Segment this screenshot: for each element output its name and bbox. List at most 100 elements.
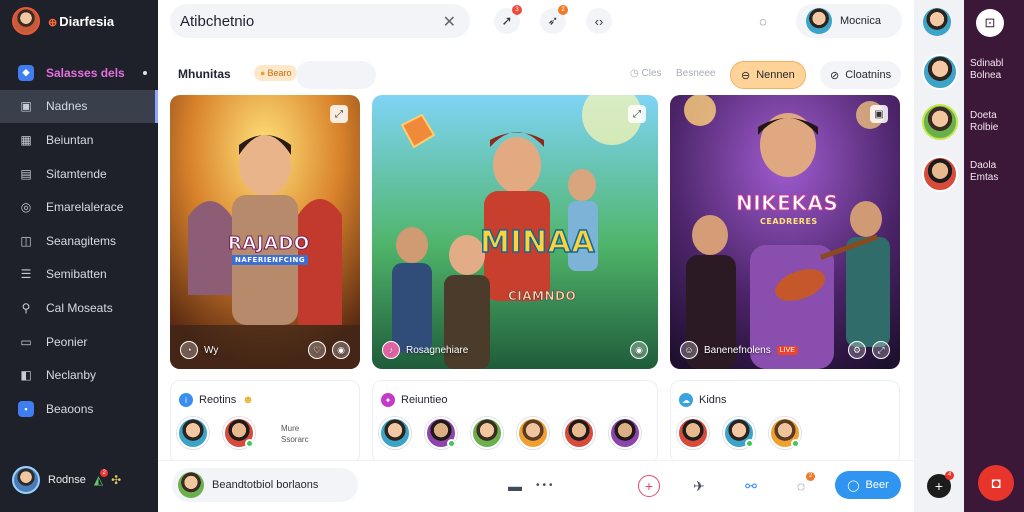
close-icon[interactable]: ✕: [443, 12, 456, 32]
group-card-3[interactable]: ☁ Kidns: [670, 380, 900, 464]
member-avatar[interactable]: [223, 417, 255, 449]
code-button[interactable]: ‹›: [586, 8, 612, 34]
media-card-3[interactable]: ▣ NIKEKAS CEADRERES ☺ Banenefnolens LIVE…: [670, 95, 900, 369]
compose-avatar: [178, 472, 204, 498]
fullscreen-icon[interactable]: ⤢: [872, 341, 890, 359]
plus-icon: +: [934, 478, 944, 494]
section-badge[interactable]: Bearo: [254, 65, 298, 81]
filter-active[interactable]: ⊖ Nennen: [730, 61, 806, 89]
link-icon[interactable]: ⚯: [740, 475, 762, 497]
contact-avatar[interactable]: [922, 104, 958, 140]
filter-label: Cles: [641, 68, 662, 79]
settings-icon[interactable]: ⚙: [848, 341, 866, 359]
sidebar-item-0[interactable]: ◆ Salasses dels: [0, 56, 158, 90]
compose-input[interactable]: Beandtotbiol borlaons: [172, 468, 358, 502]
sidebar-item-5[interactable]: ◫ Seanagitems: [0, 224, 158, 258]
member-avatar[interactable]: [609, 417, 641, 449]
member-avatar[interactable]: [677, 417, 709, 449]
filter-muted-2[interactable]: Besneee: [676, 68, 715, 79]
expand-icon[interactable]: ⤢: [330, 105, 348, 123]
map-icon[interactable]: ◭ 2: [94, 469, 109, 487]
card-1-artwork: [170, 95, 360, 369]
filter-label: Nennen: [756, 69, 795, 81]
chat-bubble-icon: ◘: [991, 474, 1001, 492]
share-icon: ➚: [501, 13, 513, 28]
user-menu[interactable]: Mocnica: [796, 4, 902, 38]
share-button[interactable]: ➚ 3: [494, 5, 522, 34]
member-avatar[interactable]: [517, 417, 549, 449]
sidebar-item-1[interactable]: ▣ Nadnes: [0, 89, 158, 124]
media-card-1[interactable]: ⤢ RAJADO NAFERIENFCING ◔ Wy ♡ ◉: [170, 95, 360, 369]
brand-name: Diarfesia: [48, 14, 114, 29]
member-avatar[interactable]: [723, 417, 755, 449]
contact-avatar[interactable]: [922, 156, 958, 192]
search-input[interactable]: Atibchetnio ✕: [170, 4, 470, 38]
user-icon[interactable]: ☺: [680, 341, 698, 359]
puzzle-icon[interactable]: ✣: [111, 473, 121, 487]
contact-info[interactable]: Daola Emtas: [970, 160, 998, 184]
group-card-1[interactable]: i Reotins ☻ Mure Ssorarc: [170, 380, 360, 464]
sidebar-item-8[interactable]: ▭ Peonier: [0, 325, 158, 359]
online-indicator: [245, 439, 254, 448]
right-panel: ⊡ Sdinabl Bolnea Doeta Rolbie Daola Emta…: [922, 0, 1024, 512]
chat-icon[interactable]: ◌ 2: [790, 472, 815, 497]
sidebar-item-3[interactable]: ▤ Sitamtende: [0, 157, 158, 191]
add-button[interactable]: + 4: [927, 471, 954, 498]
heart-icon[interactable]: ♡: [308, 341, 326, 359]
emoji-icon: ☻: [242, 394, 254, 406]
media-card-2[interactable]: ⤢ MINAA CIAMNDO ♪ Rosagnehiare ◉: [372, 95, 658, 369]
guitar-icon[interactable]: ♪: [382, 341, 400, 359]
add-icon[interactable]: +: [638, 475, 660, 497]
more-icon[interactable]: •••: [536, 480, 556, 491]
sidebar-item-label: Nadnes: [46, 99, 88, 114]
card-footer-label: Banenefnolens: [704, 344, 771, 356]
sidebar-item-label: Cal Moseats: [46, 300, 113, 315]
start-label: Beer: [865, 479, 889, 491]
filter-placeholder[interactable]: [296, 61, 376, 89]
sidebar-item-4[interactable]: ◎ Emarelalerace: [0, 190, 158, 224]
chat-button[interactable]: ◌: [750, 8, 776, 34]
filter-plain[interactable]: ⊘ Cloatnins: [820, 61, 902, 89]
brand[interactable]: Diarfesia: [12, 7, 114, 35]
sidebar-item-9[interactable]: ◧ Neclanby: [0, 358, 158, 392]
left-sidebar: Diarfesia ◆ Salasses dels ▣ Nadnes ▦ Bei…: [0, 0, 158, 512]
filter-muted-1[interactable]: ◷ Cles: [630, 68, 662, 79]
card-footer: ◔ Wy ♡ ◉: [180, 341, 350, 359]
message-icon[interactable]: ▬: [504, 475, 526, 497]
robot-button[interactable]: ⊡: [976, 9, 1004, 37]
image-icon[interactable]: ▣: [870, 105, 888, 123]
pin-icon[interactable]: ✈: [688, 475, 710, 497]
rail-avatar[interactable]: [923, 8, 951, 36]
expand-icon[interactable]: ⤢: [628, 105, 646, 123]
member-avatar[interactable]: [177, 417, 209, 449]
contact-name: Sdinabl: [970, 58, 1004, 69]
contact-avatar[interactable]: [922, 54, 958, 90]
eye-icon[interactable]: ◉: [630, 341, 648, 359]
sidebar-item-6[interactable]: ☰ Semibatten: [0, 258, 158, 292]
group-card-2[interactable]: ✦ Reiuntieo: [372, 380, 658, 464]
sidebar-footer[interactable]: Rodnse ◭ 2 ✣: [12, 466, 121, 494]
layers-icon: ◫: [20, 233, 32, 248]
start-button[interactable]: ◯ Beer: [835, 471, 901, 499]
member-avatar[interactable]: [471, 417, 503, 449]
sidebar-item-label: Neclanby: [46, 368, 97, 383]
chat-fab[interactable]: ◘: [978, 465, 1014, 501]
card-footer: ♪ Rosagnehiare ◉: [382, 341, 648, 359]
bottom-bar: Beandtotbiol borlaons ▬ ••• + ✈ ⚯ ◌ 2 ◯ B…: [158, 460, 914, 512]
calendar-icon: ▤: [20, 166, 32, 181]
member-avatar[interactable]: [563, 417, 595, 449]
member-avatar[interactable]: [379, 417, 411, 449]
member-avatar[interactable]: [769, 417, 801, 449]
more-icon[interactable]: ◉: [332, 341, 350, 359]
section-title: Mhunitas: [178, 67, 231, 81]
member-avatar[interactable]: [425, 417, 457, 449]
group-avatars: [379, 417, 641, 449]
sidebar-item-7[interactable]: ⚲ Cal Moseats: [0, 291, 158, 325]
card-footer: ☺ Banenefnolens LIVE ⚙ ⤢: [680, 341, 890, 359]
activity-button[interactable]: ➶ 2: [540, 5, 568, 34]
play-icon[interactable]: ◔: [180, 341, 198, 359]
contact-info[interactable]: Doeta Rolbie: [970, 110, 998, 134]
contact-info[interactable]: Sdinabl Bolnea: [970, 58, 1003, 82]
sidebar-item-2[interactable]: ▦ Beiuntan: [0, 123, 158, 157]
sidebar-item-10[interactable]: ▪ Beaoons: [0, 392, 158, 426]
